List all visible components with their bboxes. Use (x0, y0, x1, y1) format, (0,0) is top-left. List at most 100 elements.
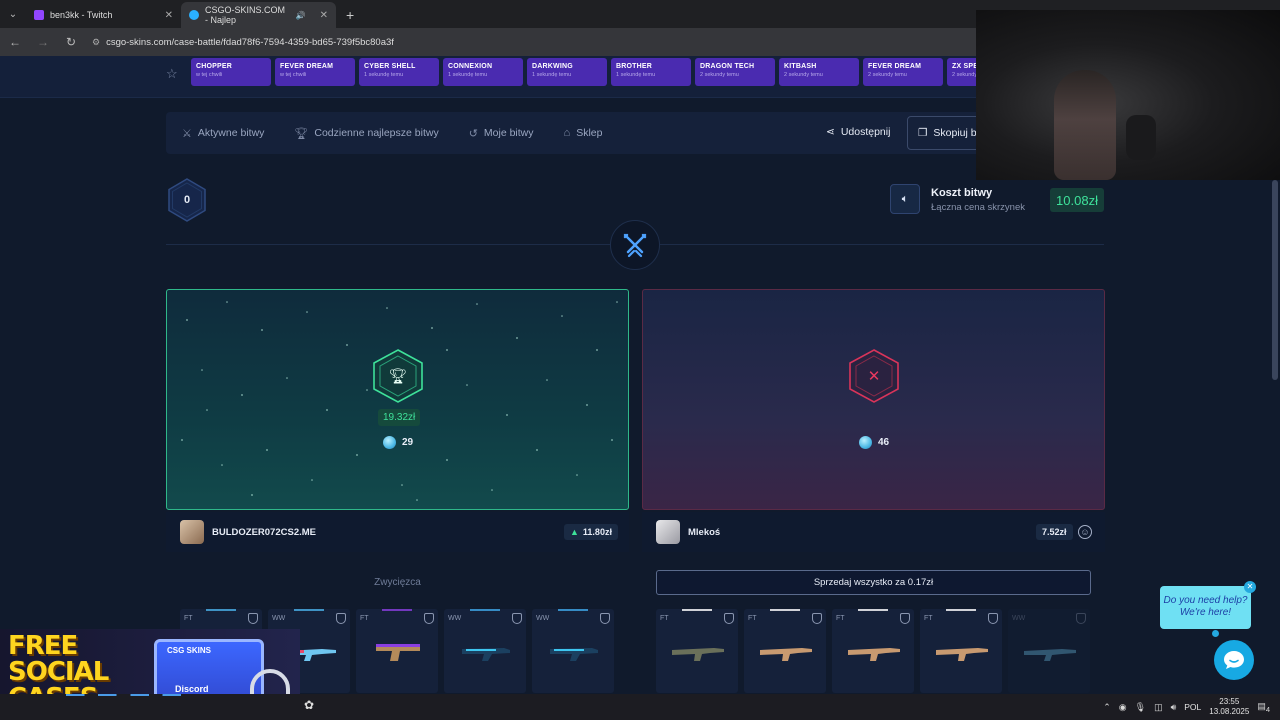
coin-value: 29 (402, 437, 414, 448)
player-value: ▲ 11.80zł (564, 524, 618, 540)
shield-icon[interactable] (900, 613, 910, 624)
drop-name: CHOPPER (196, 63, 233, 70)
player-panel-loser: ✕ 46 (642, 289, 1105, 510)
close-icon[interactable]: ✕ (320, 10, 328, 21)
live-drop-item[interactable]: DARKWING 1 sekundę temu (527, 58, 607, 86)
item-card[interactable]: FT (744, 609, 826, 693)
smiley-icon[interactable]: ☺ (1078, 525, 1092, 539)
tab-title: ben3kk - Twitch (50, 10, 113, 20)
date: 13.08.2025 (1209, 707, 1250, 716)
item-condition: FT (360, 615, 369, 622)
site-info-icon[interactable]: ⚙ (92, 37, 100, 48)
item-card[interactable]: FT (656, 609, 738, 693)
live-drop-item[interactable]: BROTHER 1 sekundę temu (611, 58, 691, 86)
rarity-line (858, 609, 888, 611)
shield-icon[interactable] (336, 613, 346, 624)
network-icon[interactable]: ◉ (1119, 702, 1127, 713)
shield-icon[interactable] (600, 613, 610, 624)
smg-icon (462, 648, 510, 661)
live-drop-item[interactable]: CHOPPER w tej chwili (191, 58, 271, 86)
drop-time: 1 sekundę temu (448, 72, 488, 78)
shield-icon[interactable] (1076, 613, 1086, 624)
clock[interactable]: 23:55 13.08.2025 (1209, 697, 1249, 717)
help-bubble[interactable]: Do you need help? We're here! ✕ (1160, 581, 1256, 637)
drop-time: w tej chwili (280, 72, 307, 78)
back-arrow-icon[interactable]: ← (8, 35, 22, 49)
microphone-icon[interactable]: 🎙︎ (1135, 702, 1146, 713)
drop-name: FEVER DREAM (280, 63, 334, 70)
shield-icon[interactable] (988, 613, 998, 624)
live-drop-item[interactable]: CONNEXION 1 sekundę temu (443, 58, 523, 86)
player-name: Mlekoś (688, 526, 721, 538)
close-icon[interactable]: ✕ (165, 10, 173, 21)
tab-twitch[interactable]: ben3kk - Twitch ✕ (26, 2, 181, 28)
forward-arrow-icon[interactable]: → (36, 35, 50, 49)
coin-icon (859, 436, 872, 449)
item-card[interactable]: FT (832, 609, 914, 693)
shield-icon[interactable] (248, 613, 258, 624)
shield-icon[interactable] (512, 613, 522, 624)
volume-icon[interactable]: 🔊︎ (1171, 702, 1177, 713)
item-condition: FT (836, 615, 845, 622)
player-panel-winner: 🏆︎ 19.32zł 29 (166, 289, 629, 510)
avatar[interactable] (656, 520, 680, 544)
shield-icon[interactable] (424, 613, 434, 624)
drop-name: BROTHER (616, 63, 653, 70)
live-drop-item[interactable]: KITBASH 2 sekundy temu (779, 58, 859, 86)
nav-my-battles[interactable]: ↺ Moje bitwy (469, 127, 534, 140)
app-icon[interactable]: ✿ (304, 698, 322, 716)
drop-time: 2 sekundy temu (868, 72, 907, 78)
drop-time: 1 sekundę temu (364, 72, 404, 78)
item-condition: FT (660, 615, 669, 622)
rarity-line (382, 609, 412, 611)
share-button[interactable]: ⋖ Udostępnij (826, 126, 890, 138)
star-icon[interactable]: ☆ (166, 66, 178, 82)
sell-all-button[interactable]: Sprzedaj wszystko za 0.17zł (656, 570, 1091, 595)
language-indicator[interactable]: POL (1184, 702, 1201, 712)
item-condition: WW (536, 615, 550, 622)
volume-button[interactable]: 🔈︎ (890, 184, 920, 214)
rarity-line (558, 609, 588, 611)
chevron-up-icon[interactable]: ⌃ (1103, 702, 1111, 713)
close-icon[interactable]: ✕ (1244, 581, 1256, 593)
pistol-icon (376, 644, 420, 661)
reload-icon[interactable]: ↻ (64, 35, 78, 49)
shield-icon[interactable] (724, 613, 734, 624)
item-condition: FT (748, 615, 757, 622)
wifi-icon[interactable]: ◫ (1154, 702, 1163, 713)
live-drop-item[interactable]: FEVER DREAM 2 sekundy temu (863, 58, 943, 86)
speaker-icon: 🔈︎ (901, 192, 909, 205)
drop-time: 1 sekundę temu (616, 72, 656, 78)
item-card[interactable]: WW (532, 609, 614, 693)
tab-csgo-skins[interactable]: CSGO-SKINS.COM - Najlep 🔊 ✕ (181, 2, 336, 28)
live-drop-item[interactable]: DRAGON TECH 2 sekundy temu (695, 58, 775, 86)
player-value-text: 7.52zł (1042, 527, 1067, 537)
shield-icon[interactable] (812, 613, 822, 624)
swords-icon: ⚔ (182, 127, 192, 140)
taskbar: ✿ ⌃ ◉ 🎙︎ ◫ 🔊︎ POL 23:55 13.08.2025 ▤4 (0, 694, 1280, 720)
nav-active-battles[interactable]: ⚔ Aktywne bitwy (182, 127, 264, 140)
live-drop-item[interactable]: FEVER DREAM w tej chwili (275, 58, 355, 86)
winner-label: Zwycięzca (374, 577, 421, 588)
new-tab-button[interactable]: + (336, 2, 364, 28)
item-card[interactable]: FT (356, 609, 438, 693)
notification-icon[interactable]: ▤4 (1257, 701, 1270, 714)
item-card[interactable]: WW (1008, 609, 1090, 693)
nav-label: Moje bitwy (483, 127, 534, 139)
rarity-line (206, 609, 236, 611)
item-condition: WW (1012, 615, 1026, 622)
coin-count: 29 (383, 436, 413, 449)
scrollbar[interactable] (1272, 180, 1278, 380)
nav-daily-best[interactable]: 🏆︎ Codzienne najlepsze bitwy (294, 127, 438, 140)
discord-label: Discord (175, 684, 209, 694)
item-card[interactable]: FT (920, 609, 1002, 693)
url-field[interactable]: ⚙ csgo-skins.com/case-battle/fdad78f6-75… (92, 37, 394, 48)
chat-button[interactable] (1214, 640, 1254, 680)
streamer-figure (1054, 70, 1116, 180)
item-card[interactable]: WW (444, 609, 526, 693)
nav-shop[interactable]: ⌂ Sklep (564, 127, 603, 139)
avatar[interactable] (180, 520, 204, 544)
chevron-down-icon[interactable]: ⌄ (0, 0, 26, 28)
live-drop-item[interactable]: CYBER SHELL 1 sekundę temu (359, 58, 439, 86)
speaker-icon[interactable]: 🔊 (296, 11, 306, 20)
